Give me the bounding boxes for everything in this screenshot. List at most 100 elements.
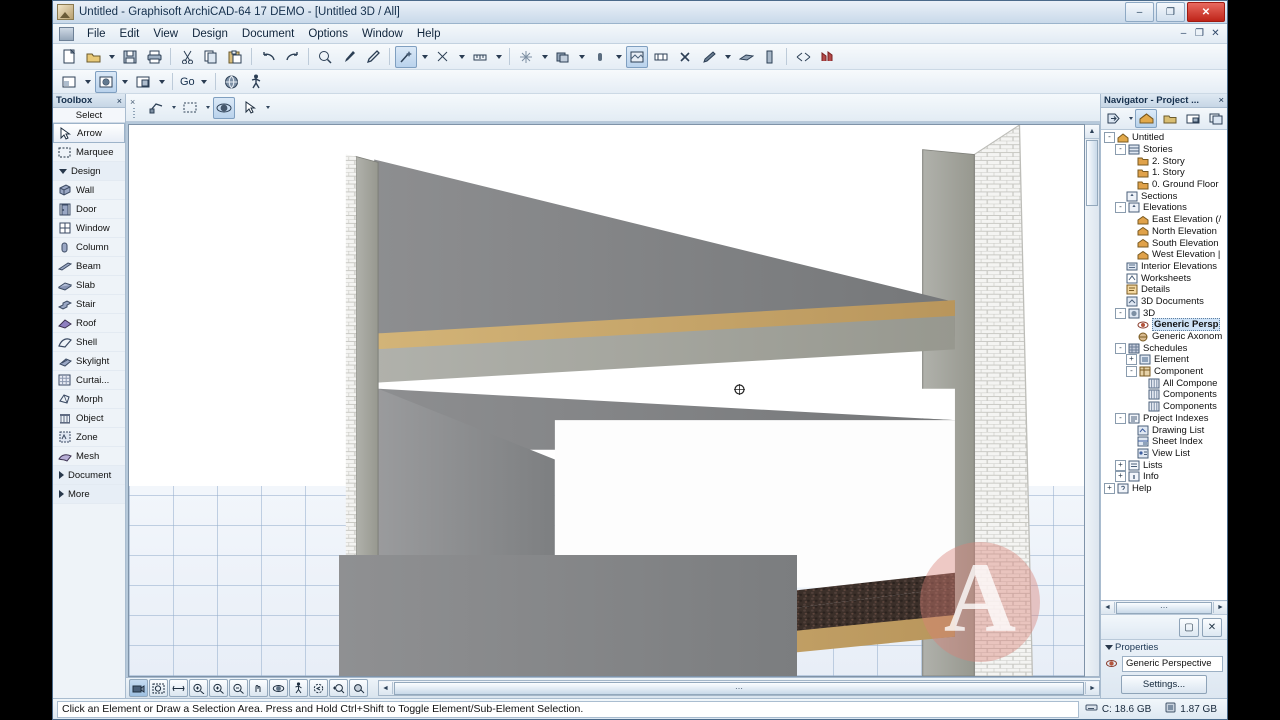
tree-item-component[interactable]: - Component (1101, 366, 1227, 378)
collapse-icon[interactable]: - (1126, 366, 1137, 378)
tree-item-sheet-index[interactable]: Sheet Index (1101, 436, 1227, 448)
tree-item-lists[interactable]: + Lists (1101, 459, 1227, 471)
grid-snap-icon[interactable] (515, 46, 537, 68)
tree-item-generic-axonom[interactable]: Generic Axonom (1101, 331, 1227, 343)
orbit-icon[interactable] (213, 96, 235, 119)
expand-icon[interactable]: + (1104, 482, 1115, 494)
collapse-icon[interactable]: - (1115, 307, 1126, 319)
nav-hscroll-thumb[interactable]: ⋯ (1116, 601, 1212, 614)
settings-button[interactable]: Settings... (1121, 675, 1207, 694)
tree-item-all-compone[interactable]: All Compone (1101, 377, 1227, 389)
marquee-select-icon[interactable] (179, 97, 201, 119)
tree-item-view-list[interactable]: View List (1101, 448, 1227, 460)
tree-item-3d[interactable]: - 3D (1101, 307, 1227, 319)
toolbox-group-design[interactable]: Design (53, 162, 125, 181)
undo-icon[interactable] (257, 46, 279, 68)
tree-item-stories[interactable]: - Stories (1101, 144, 1227, 156)
walk-icon[interactable] (245, 71, 267, 93)
mdi-minimize-button[interactable]: – (1177, 27, 1190, 40)
3d-window-icon[interactable] (95, 70, 117, 93)
zoom-in-icon[interactable] (209, 679, 228, 697)
toolbox-item-beam[interactable]: Beam (53, 257, 125, 276)
toolbox-group-more[interactable]: More (53, 485, 125, 504)
scissors-icon[interactable] (432, 46, 454, 68)
zoom-window-icon[interactable] (149, 679, 168, 697)
viewport-vertical-scrollbar[interactable]: ▲ (1085, 124, 1100, 677)
close-button[interactable]: ✕ (1187, 2, 1225, 22)
info-box-grip[interactable] (133, 108, 135, 119)
toolbox-item-curtain-wall[interactable]: Curtai... (53, 371, 125, 390)
tree-item-1-story[interactable]: 1. Story (1101, 167, 1227, 179)
syringe-icon[interactable] (362, 46, 384, 68)
trace-icon[interactable] (698, 46, 720, 68)
toolbox-item-object[interactable]: Object (53, 409, 125, 428)
fit-in-window-icon[interactable] (169, 679, 188, 697)
expand-icon[interactable]: + (1115, 471, 1126, 483)
view-window-dropdown-icon[interactable] (81, 71, 94, 93)
tree-item-info[interactable]: + Info (1101, 471, 1227, 483)
open-icon[interactable] (82, 46, 104, 68)
cut-icon[interactable] (176, 46, 198, 68)
toolbox-item-slab[interactable]: Slab (53, 276, 125, 295)
open-dropdown-icon[interactable] (105, 46, 118, 68)
pan-icon[interactable] (249, 679, 268, 697)
layers-dropdown-icon[interactable] (575, 46, 588, 68)
go-dropdown-icon[interactable] (198, 71, 211, 93)
tree-item-components[interactable]: Components (1101, 389, 1227, 401)
pen-weight-icon[interactable] (589, 46, 611, 68)
view-window-icon[interactable] (58, 71, 80, 93)
collapse-icon[interactable]: - (1115, 412, 1126, 424)
properties-value[interactable]: Generic Perspective (1122, 655, 1223, 672)
magic-wand-icon[interactable] (395, 45, 417, 68)
redo-icon[interactable] (281, 46, 303, 68)
toolbox-item-shell[interactable]: Shell (53, 333, 125, 352)
toolbox-item-arrow[interactable]: Arrow (53, 123, 125, 143)
layers-icon[interactable] (552, 46, 574, 68)
menu-design[interactable]: Design (185, 26, 235, 42)
new-folder-button[interactable]: ▢ (1179, 617, 1199, 637)
tree-item-untitled[interactable]: - Untitled (1101, 132, 1227, 144)
3d-camera-icon[interactable] (129, 679, 148, 697)
teamwork-icon[interactable] (816, 46, 838, 68)
grid-snap-dropdown-icon[interactable] (538, 46, 551, 68)
navigator-tree[interactable]: - Untitled - Stories 2. Story 1. Story 0. Grou… (1101, 130, 1227, 600)
properties-header[interactable]: Properties (1101, 640, 1227, 655)
toolbox-close-icon[interactable]: × (117, 96, 122, 106)
trace-dropdown-icon[interactable] (721, 46, 734, 68)
menu-edit[interactable]: Edit (113, 26, 147, 42)
hscroll-left-button[interactable]: ◄ (379, 682, 393, 694)
tree-item-north-elevation[interactable]: North Elevation (1101, 226, 1227, 238)
go-label[interactable]: Go (177, 76, 198, 88)
magic-wand-dropdown-icon[interactable] (418, 46, 431, 68)
zoom-out-icon[interactable] (229, 679, 248, 697)
globe-icon[interactable] (221, 71, 243, 93)
3d-view-settings-dropdown-icon[interactable] (170, 102, 176, 114)
view-map-icon[interactable] (1159, 109, 1180, 128)
menu-help[interactable]: Help (410, 26, 448, 42)
tree-item-west-elevation[interactable]: West Elevation | (1101, 249, 1227, 261)
menu-options[interactable]: Options (301, 26, 355, 42)
info-box-close-icon[interactable]: × (130, 97, 135, 107)
expand-icon[interactable]: + (1115, 459, 1126, 471)
mdi-restore-button[interactable]: ❐ (1193, 27, 1206, 40)
minimize-button[interactable]: – (1125, 2, 1154, 22)
tree-item-drawing-list[interactable]: Drawing List (1101, 424, 1227, 436)
hscroll-right-button[interactable]: ► (1085, 682, 1099, 694)
tree-item-generic-persp[interactable]: Generic Persp (1101, 318, 1227, 332)
scroll-thumb[interactable] (1086, 140, 1098, 206)
layout-window-dropdown-icon[interactable] (155, 71, 168, 93)
navigator-back-dropdown-icon[interactable] (1127, 113, 1133, 125)
menu-document[interactable]: Document (235, 26, 301, 42)
print-icon[interactable] (143, 46, 165, 68)
layout-book-icon[interactable] (1182, 109, 1203, 128)
toolbox-item-mesh[interactable]: Mesh (53, 447, 125, 466)
toolbox-item-zone[interactable]: Zone (53, 428, 125, 447)
viewport-horizontal-scrollbar[interactable]: ◄ ⋯ ► (378, 680, 1100, 696)
toolbox-item-stair[interactable]: Stair (53, 295, 125, 314)
tree-item-interior-elevations[interactable]: Interior Elevations (1101, 261, 1227, 273)
toolbox-item-roof[interactable]: Roof (53, 314, 125, 333)
layout-window-icon[interactable] (132, 71, 154, 93)
toolbox-item-marquee[interactable]: Marquee (53, 143, 125, 162)
render-icon[interactable] (626, 45, 648, 68)
toolbox-item-wall[interactable]: Wall (53, 181, 125, 200)
